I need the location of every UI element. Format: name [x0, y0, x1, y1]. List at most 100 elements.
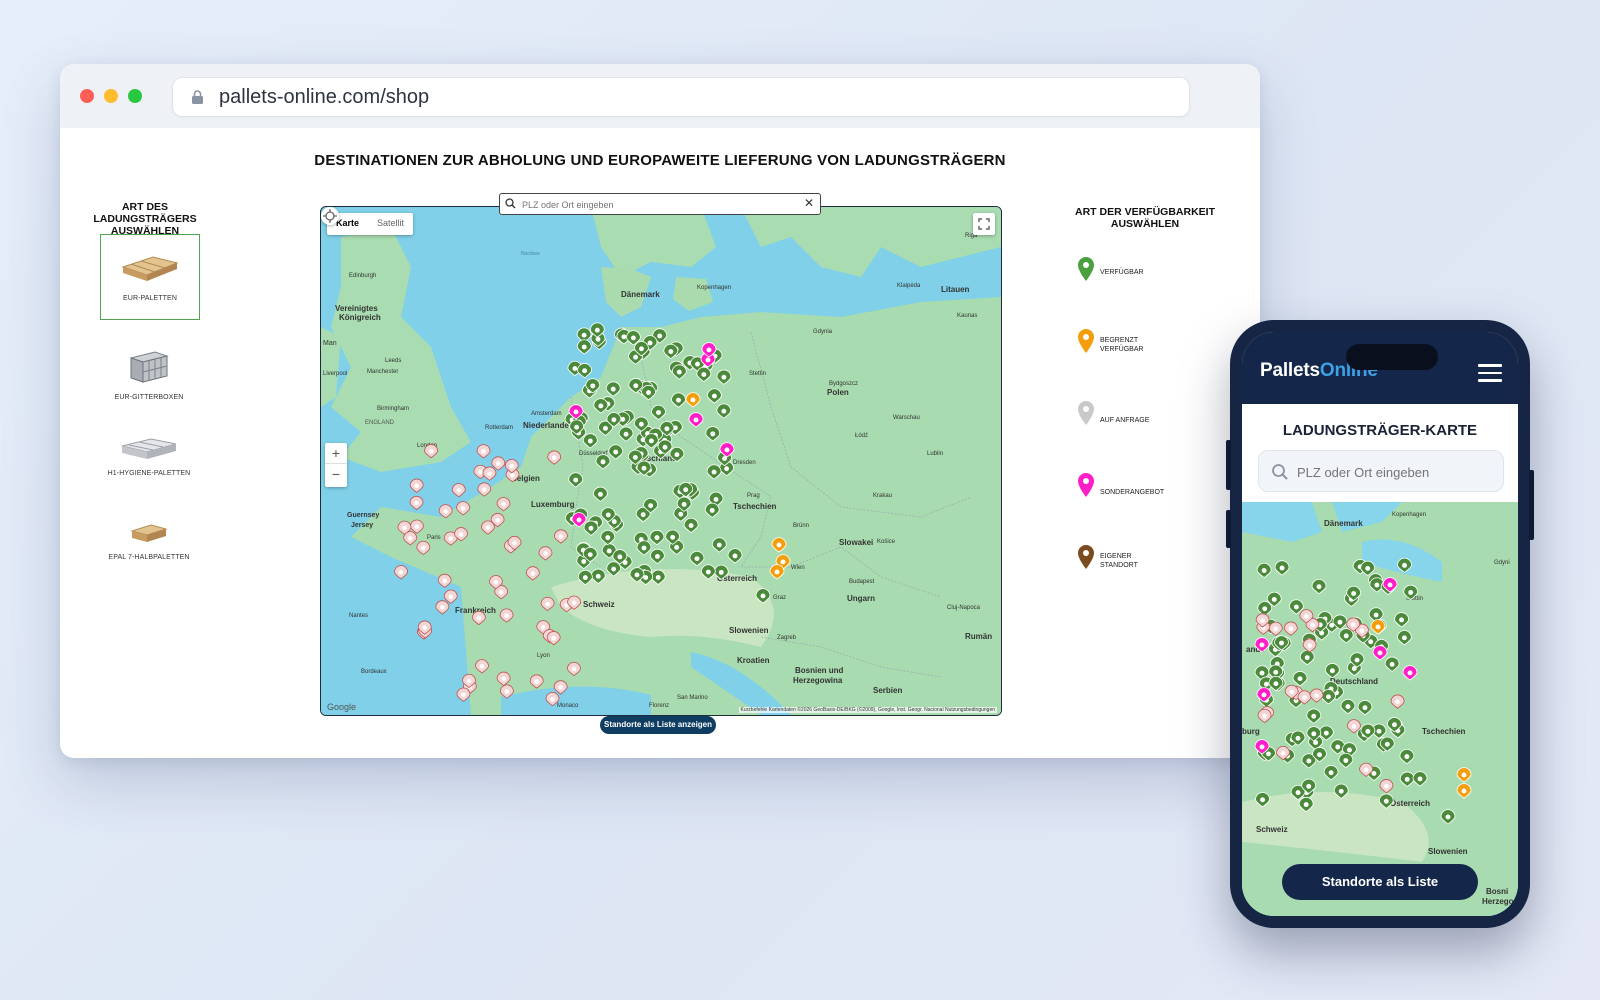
map-marker-dot [641, 465, 647, 471]
map-marker-dot [655, 574, 661, 580]
map-marker-dot [443, 509, 448, 514]
hamburger-menu-icon[interactable] [1478, 364, 1502, 382]
address-bar[interactable]: pallets-online.com/shop [172, 77, 1190, 117]
map-marker-dot [1461, 772, 1467, 778]
map-marker-dot [610, 386, 616, 392]
map-marker-dot [587, 552, 593, 558]
zoom-out-button[interactable]: − [325, 463, 347, 484]
map-marker-dot [407, 536, 413, 541]
map-marker-dot [1303, 802, 1309, 808]
map-marker-dot [681, 501, 687, 507]
map-marker-dot [1259, 670, 1265, 676]
map-marker-dot [597, 491, 603, 497]
legend-item-auf-anfrage[interactable]: AUF ANFRAGE [1076, 400, 1236, 440]
map-marker-dot [688, 523, 694, 528]
map-marker-dot [428, 448, 434, 454]
clear-search-icon[interactable]: ✕ [804, 196, 814, 210]
map-marker-dot [551, 635, 556, 641]
legend-label: BEGRENZT [1100, 337, 1139, 344]
map-marker-dot [398, 569, 404, 575]
map-marker-dot [648, 503, 654, 509]
fullscreen-button[interactable] [973, 213, 995, 235]
map-marker-dot [1371, 770, 1377, 776]
map-marker-dot [1399, 617, 1405, 623]
green-pin-icon [1078, 257, 1094, 281]
map-marker-dot [724, 447, 730, 453]
map-marker-dot [780, 559, 786, 565]
svg-text:Jersey: Jersey [351, 522, 373, 529]
map-marker-dot [422, 625, 428, 630]
map-marker-dot [442, 578, 447, 584]
legend-item-eigener-standort[interactable]: EIGENER STANDORT [1076, 544, 1236, 584]
map-marker-dot [1395, 699, 1400, 704]
map-marker-dot [1273, 681, 1279, 687]
map-search-box[interactable]: ✕ [499, 193, 821, 215]
phone-frame: PalletsOnline LADUNGSTRÄGER-KARTE Dänema… [1226, 320, 1534, 928]
pallet-option-eur-paletten[interactable]: EUR-PALETTEN [100, 234, 200, 320]
pallet-option-h1-hygiene[interactable]: H1-HYGIENE-PALETTEN [100, 418, 198, 502]
location-map[interactable]: Nordsee Dänemark Kopenhagen Edinburgh Ve… [320, 206, 1002, 716]
map-marker-dot [479, 664, 485, 669]
map-marker-dot [648, 438, 654, 444]
map-marker-dot [595, 336, 601, 342]
svg-text:Florenz: Florenz [649, 703, 669, 709]
legend-item-begrenzt[interactable]: BEGRENZT VERFÜGBAR [1076, 328, 1236, 368]
map-marker-dot [558, 534, 564, 539]
show-list-button[interactable]: Standorte als Liste anzeigen [600, 716, 716, 734]
map-marker-dot [576, 517, 582, 523]
pallet-option-epal-halbpaletten[interactable]: EPAL 7-HALBPALETTEN [100, 502, 198, 586]
availability-heading: ART DER VERFÜGBARKEIT AUSWÄHLEN [1074, 206, 1215, 230]
map-type-control[interactable]: Karte Satellit [327, 213, 414, 235]
legend-item-sonderangebot[interactable]: SONDERANGEBOT [1076, 472, 1236, 512]
svg-text:Bordeaux: Bordeaux [361, 669, 387, 675]
maximize-window-button[interactable] [128, 89, 142, 103]
map-search-input[interactable] [520, 196, 794, 213]
map-marker-dot [1279, 640, 1284, 646]
map-marker-dot [1273, 669, 1279, 675]
svg-text:Kaunas: Kaunas [957, 313, 977, 319]
map-marker-dot [1307, 643, 1312, 648]
map-marker-dot [721, 374, 727, 380]
svg-text:Dresden: Dresden [733, 460, 756, 466]
pallet-option-eur-gitterboxen[interactable]: EUR-GITTERBOXEN [100, 334, 198, 418]
map-marker-dot [1383, 798, 1389, 804]
map-type-satellit[interactable]: Satellit [368, 213, 413, 235]
svg-text:Łódź: Łódź [855, 433, 868, 439]
pallet-option-label: H1-HYGIENE-PALETTEN [107, 470, 191, 477]
minimize-window-button[interactable] [104, 89, 118, 103]
map-marker-dot [1408, 590, 1414, 595]
map-marker-dot [1417, 776, 1423, 782]
map-marker-dot [1404, 754, 1410, 760]
mobile-location-map[interactable]: Dänemark Kopenhagen Gdyni Stettin Deutsc… [1242, 502, 1518, 916]
map-canvas: Nordsee Dänemark Kopenhagen Edinburgh Ve… [321, 207, 1001, 715]
mobile-search-box[interactable] [1258, 450, 1504, 492]
map-marker-dot [466, 678, 472, 684]
map-marker-dot [641, 545, 647, 551]
map-marker-dot [558, 685, 563, 690]
search-icon [505, 198, 516, 209]
map-marker-dot [448, 536, 453, 541]
recenter-icon[interactable] [321, 207, 339, 225]
svg-text:Prag: Prag [747, 493, 760, 499]
phone-side-button [1529, 470, 1534, 540]
legend-label: STANDORT [1100, 562, 1138, 569]
mobile-search-input[interactable] [1295, 461, 1489, 483]
legend-item-verfuegbar[interactable]: VERFÜGBAR [1076, 256, 1236, 296]
google-logo: Google [327, 702, 357, 712]
map-marker-dot [640, 512, 646, 518]
map-marker-dot [1260, 797, 1266, 803]
mobile-page-title: LADUNGSTRÄGER-KARTE [1282, 422, 1478, 439]
close-window-button[interactable] [80, 89, 94, 103]
page-title: DESTINATIONEN ZUR ABHOLUNG UND EUROPAWEI… [314, 152, 1006, 169]
map-marker-dot [1279, 565, 1285, 571]
svg-text:Edinburgh: Edinburgh [349, 273, 376, 279]
mobile-show-list-button[interactable]: Standorte als Liste [1282, 864, 1478, 900]
map-marker-dot [1295, 735, 1301, 741]
map-marker-dot [1445, 814, 1451, 820]
svg-text:Bosni: Bosni [1486, 887, 1508, 896]
map-marker-dot [706, 347, 712, 353]
map-marker-dot [573, 477, 579, 483]
zoom-in-button[interactable]: + [325, 443, 347, 463]
map-marker-dot [1317, 752, 1322, 758]
svg-text:Königreich: Königreich [339, 313, 381, 322]
